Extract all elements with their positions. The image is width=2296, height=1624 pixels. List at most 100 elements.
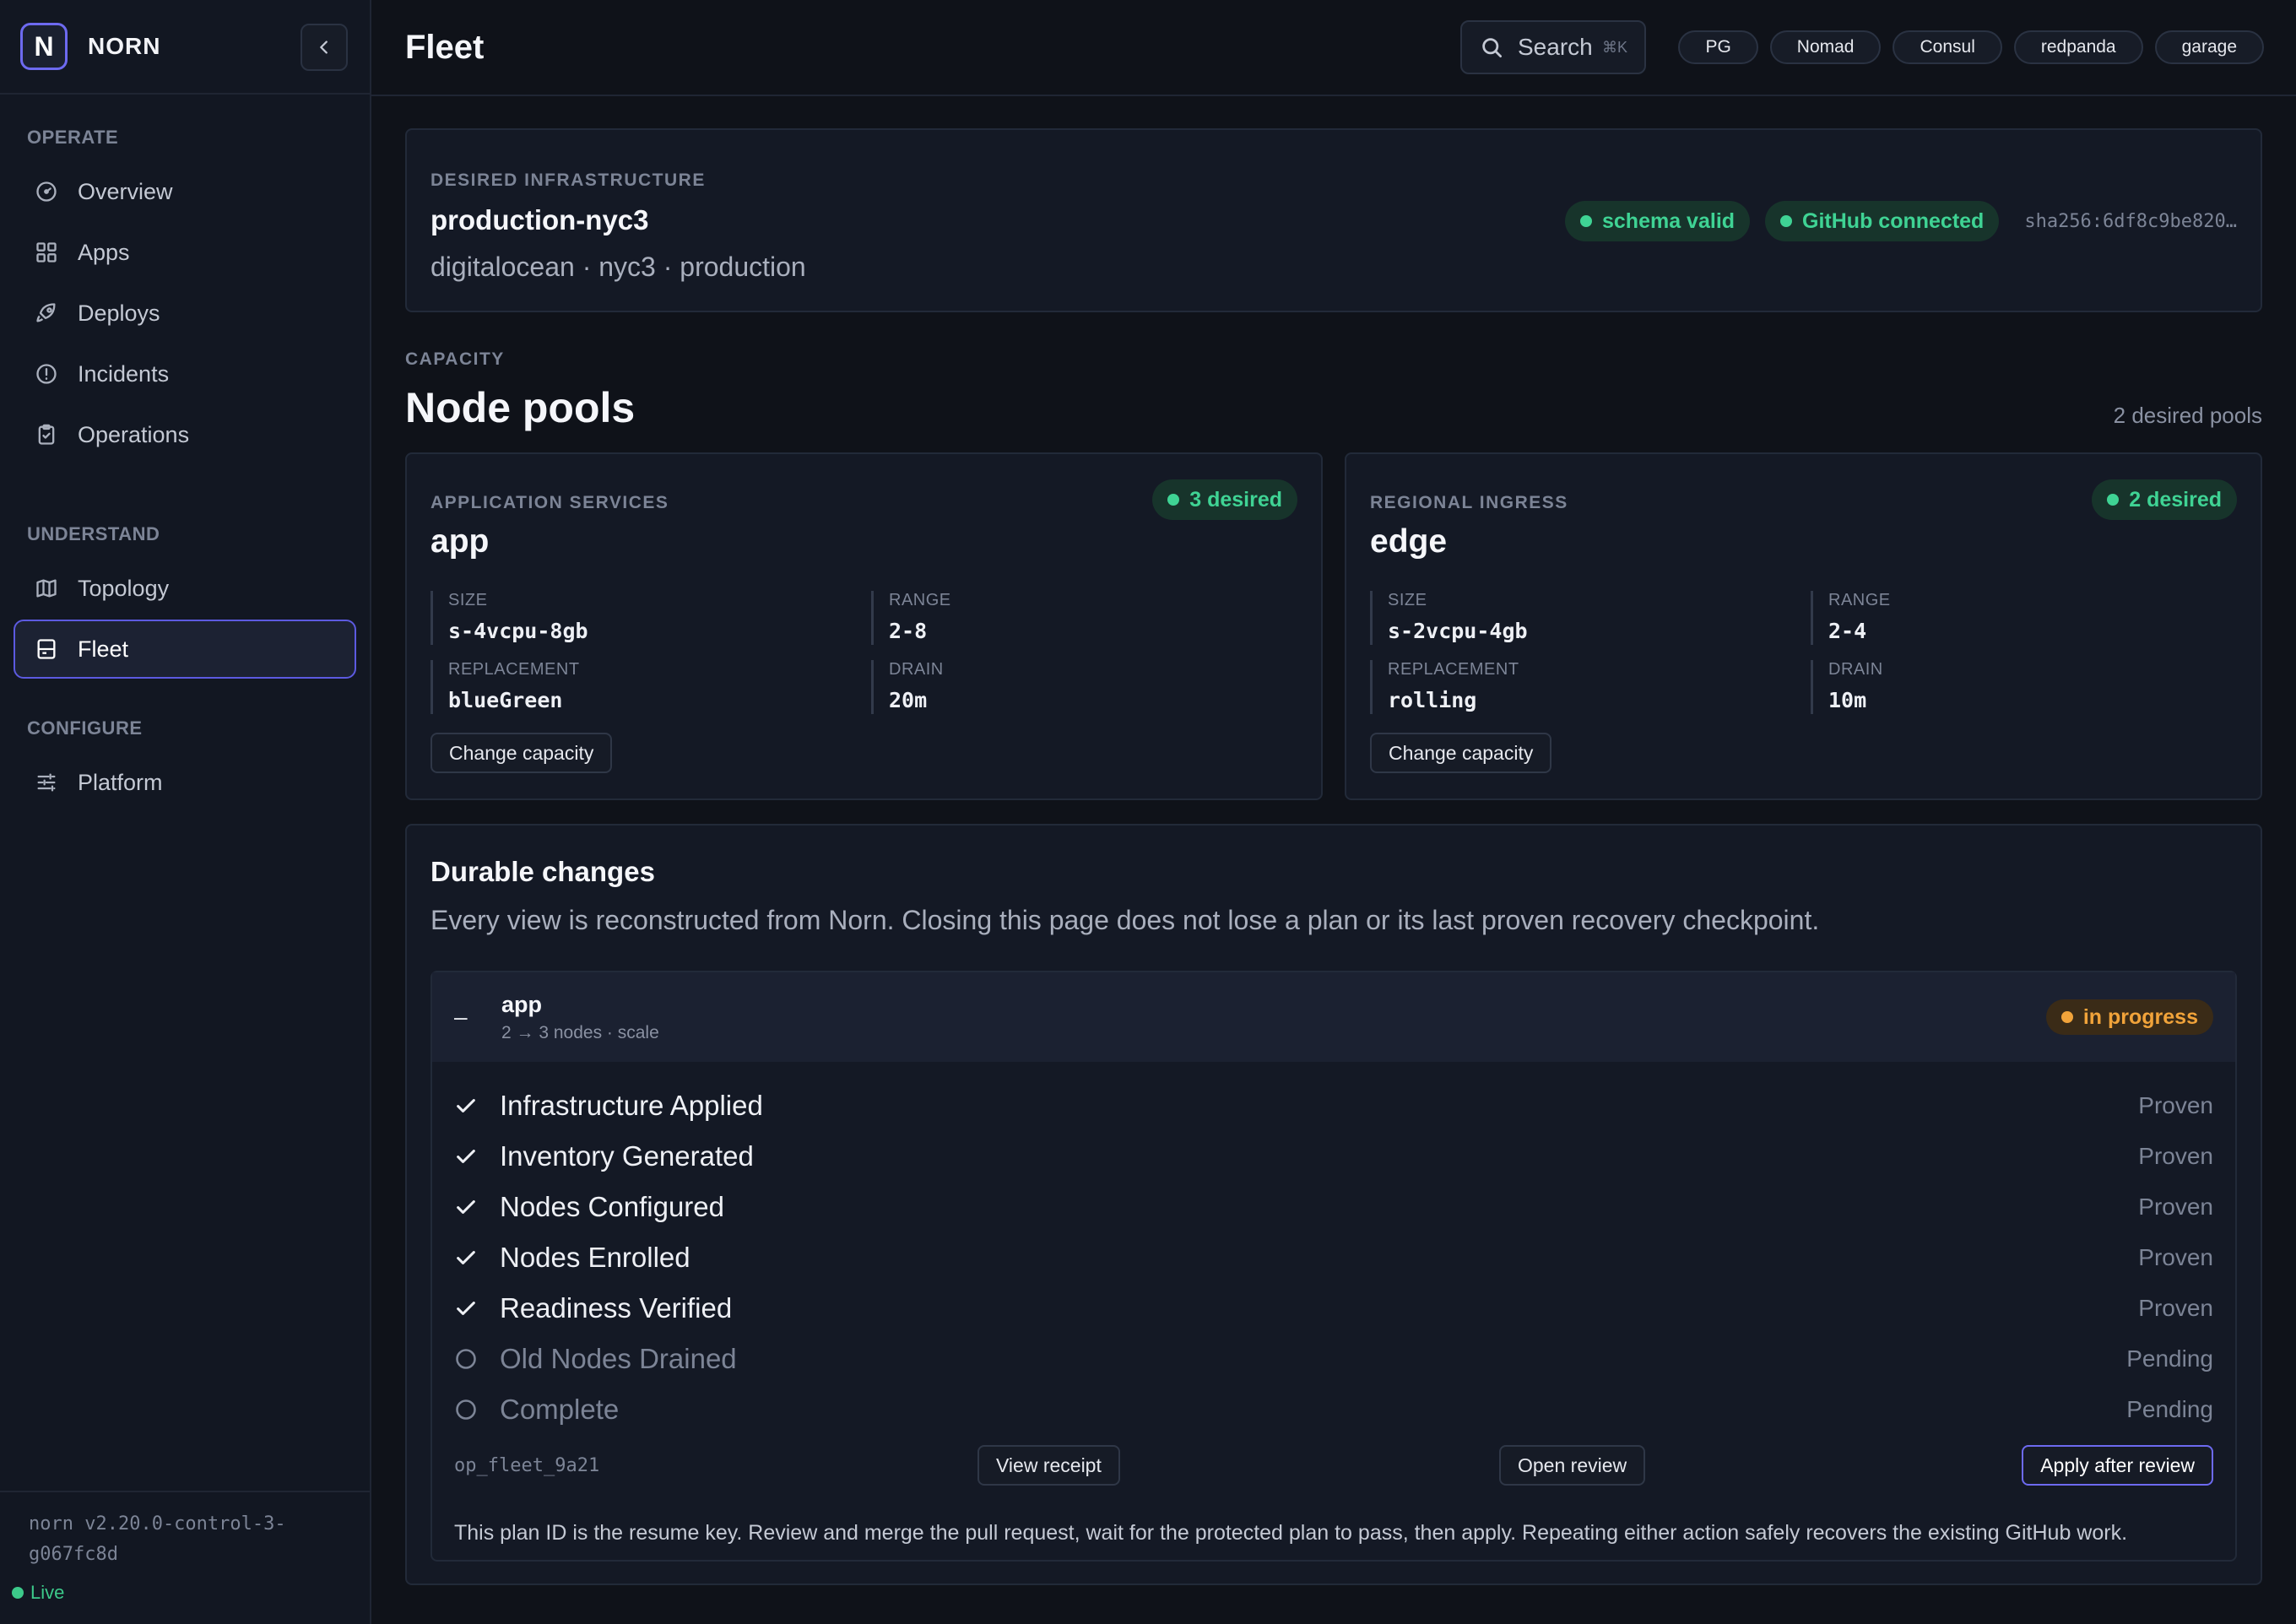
server-icon [34, 636, 59, 662]
sidebar-item-apps[interactable]: Apps [14, 223, 356, 282]
service-chip-nomad[interactable]: Nomad [1769, 30, 1882, 64]
collapse-toggle-icon[interactable]: – [454, 1004, 501, 1031]
status-dot-icon [2060, 1011, 2073, 1023]
plan-actions: op_fleet_9a21 View receipt Open review A… [454, 1445, 2213, 1492]
desired-pools-count: 2 desired pools [2113, 403, 2262, 428]
main-content: DESIRED INFRASTRUCTURE production-nyc3 d… [405, 128, 2262, 1585]
clipboard-icon [34, 422, 59, 447]
sidebar-item-label: Fleet [78, 636, 129, 662]
plan-steps: Infrastructure Applied Proven Inventory … [432, 1062, 2235, 1435]
sidebar-item-label: Overview [78, 178, 173, 204]
sidebar-item-label: Operations [78, 421, 190, 447]
open-review-button[interactable]: Open review [1499, 1445, 1646, 1486]
step-status: Proven [2138, 1092, 2213, 1118]
service-chip-garage[interactable]: garage [2154, 30, 2264, 64]
sidebar-item-label: Incidents [78, 360, 170, 387]
nav-configure: CONFIGURE Platform [0, 717, 370, 812]
collapse-sidebar-button[interactable] [301, 24, 348, 71]
check-icon [454, 1296, 500, 1320]
step-status: Pending [2126, 1396, 2213, 1422]
apply-after-review-button[interactable]: Apply after review [2022, 1445, 2213, 1486]
step-row: Nodes Configured Proven [454, 1182, 2213, 1232]
plan-header[interactable]: – app 2 → 3 nodes · scale in progress [432, 972, 2235, 1062]
pool-card-edge: REGIONAL INGRESS edge 2 desired SIZE s-2v… [1345, 452, 2262, 800]
spec-value: s-2vcpu-4gb [1388, 619, 1528, 643]
badge-label: GitHub connected [1802, 208, 1985, 233]
nav-understand: UNDERSTAND Topology Fleet [0, 523, 370, 679]
step-label: Old Nodes Drained [500, 1343, 737, 1374]
capacity-title: Node pools [405, 384, 636, 431]
spec-label: SIZE [1388, 591, 1427, 609]
pool-specs: SIZE s-4vcpu-8gb RANGE 2-8 REPLACEMENT blue… [430, 591, 1297, 714]
brand-logo[interactable]: N [20, 23, 68, 70]
pool-name: edge [1370, 523, 1448, 560]
spec-replacement: REPLACEMENT blueGreen [430, 660, 871, 714]
service-chip-redpanda[interactable]: redpanda [2013, 30, 2143, 64]
spec-value: blueGreen [448, 688, 563, 712]
change-capacity-button[interactable]: Change capacity [1370, 733, 1552, 773]
step-label: Readiness Verified [500, 1292, 733, 1324]
badge-label: 3 desired [1189, 487, 1282, 512]
check-icon [454, 1246, 500, 1269]
spec-size: SIZE s-4vcpu-8gb [430, 591, 871, 645]
step-row: Inventory Generated Proven [454, 1131, 2213, 1182]
infrastructure-badges: schema valid GitHub connected sha256:6df… [1565, 201, 2237, 241]
search-button[interactable]: Search ⌘K [1460, 20, 1646, 74]
desired-count-badge: 2 desired [2092, 479, 2237, 520]
plan-heading: app 2 → 3 nodes · scale [501, 992, 659, 1043]
change-capacity-button[interactable]: Change capacity [430, 733, 613, 773]
spec-label: REPLACEMENT [1388, 660, 1519, 679]
spec-label: REPLACEMENT [448, 660, 580, 679]
nav-heading-understand: UNDERSTAND [27, 523, 160, 544]
empty-circle-icon [454, 1347, 500, 1371]
durable-changes-card: Durable changes Every view is reconstruc… [405, 824, 2262, 1585]
step-row: Readiness Verified Proven [454, 1283, 2213, 1334]
check-icon [454, 1195, 500, 1219]
spec-label: DRAIN [889, 660, 944, 679]
service-chip-pg[interactable]: PG [1678, 30, 1758, 64]
view-receipt-button[interactable]: View receipt [977, 1445, 1120, 1486]
spec-label: RANGE [889, 591, 951, 609]
step-status: Proven [2138, 1244, 2213, 1270]
brand: N NORN [0, 0, 370, 95]
operation-id: op_fleet_9a21 [454, 1455, 600, 1476]
step-status: Proven [2138, 1194, 2213, 1220]
sidebar-item-fleet[interactable]: Fleet [14, 620, 356, 679]
search-label: Search [1518, 34, 1593, 60]
sidebar-item-incidents[interactable]: Incidents [14, 344, 356, 403]
infrastructure-name: production-nyc3 [430, 204, 649, 235]
live-dot-icon [12, 1587, 24, 1599]
step-row: Infrastructure Applied Proven [454, 1080, 2213, 1131]
sidebar-item-topology[interactable]: Topology [14, 559, 356, 618]
sidebar-item-label: Apps [78, 239, 130, 265]
sidebar-item-deploys[interactable]: Deploys [14, 284, 356, 343]
check-icon [454, 1145, 500, 1168]
spec-value: 2-4 [1828, 619, 1867, 643]
capacity-header: Node pools 2 desired pools [405, 383, 2262, 432]
service-chip-consul[interactable]: Consul [1893, 30, 2002, 64]
spec-label: DRAIN [1828, 660, 1883, 679]
step-row: Old Nodes Drained Pending [454, 1334, 2213, 1384]
pool-eyebrow: REGIONAL INGRESS [1370, 493, 1568, 512]
sidebar-item-operations[interactable]: Operations [14, 405, 356, 464]
version-line-2: g067fc8d [29, 1544, 118, 1565]
capacity-eyebrow: CAPACITY [405, 349, 505, 369]
step-status: Proven [2138, 1143, 2213, 1169]
infrastructure-eyebrow: DESIRED INFRASTRUCTURE [430, 171, 706, 190]
sliders-icon [34, 770, 59, 795]
sidebar-item-overview[interactable]: Overview [14, 162, 356, 221]
status-dot-icon [2107, 494, 2120, 506]
plan-name: app [501, 991, 543, 1017]
check-icon [454, 1094, 500, 1118]
badge-label: 2 desired [2129, 487, 2222, 512]
spec-value: 20m [889, 688, 928, 712]
node-pools: APPLICATION SERVICES app 3 desired SIZE s… [405, 452, 2262, 800]
service-chips: PG Nomad Consul redpanda garage [1678, 30, 2264, 64]
nav-operate: OPERATE Overview Apps Deploys Incidents … [0, 127, 370, 464]
sha-hash: sha256:6df8c9be820… [2024, 210, 2237, 232]
nav-heading-operate: OPERATE [27, 127, 119, 148]
sidebar-item-platform[interactable]: Platform [14, 753, 356, 812]
step-row: Complete Pending [454, 1384, 2213, 1435]
search-icon [1482, 38, 1502, 57]
live-label: Live [30, 1582, 65, 1603]
